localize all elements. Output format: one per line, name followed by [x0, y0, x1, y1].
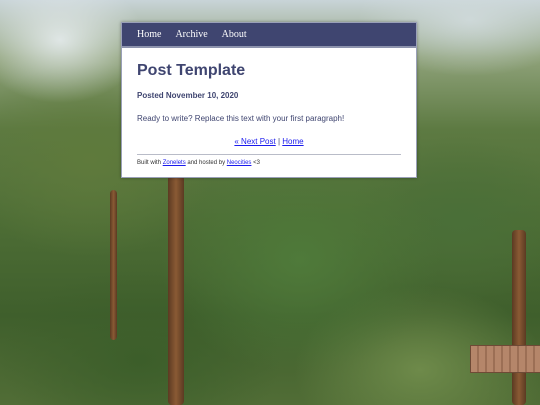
footer-divider [137, 154, 401, 155]
tree-trunk [110, 190, 117, 340]
heart-text: <3 [253, 160, 260, 166]
nav-home-link[interactable]: Home [137, 29, 161, 40]
zonelets-link[interactable]: Zonelets [163, 160, 186, 166]
nav-archive-link[interactable]: Archive [175, 29, 207, 40]
site-footer: Built with Zonelets and hosted by Neocit… [137, 160, 401, 166]
post-title: Post Template [137, 62, 246, 79]
footer-prefix: Built with [137, 160, 162, 166]
tree-trunk [168, 175, 184, 405]
post-card: Home Archive About Post Template Posted … [121, 22, 417, 178]
post-content: Post Template Posted November 10, 2020 R… [122, 48, 416, 166]
post-paragraph: Ready to write? Replace this text with y… [137, 114, 345, 123]
top-nav: Home Archive About [122, 23, 416, 48]
post-navigation: « Next Post | Home [137, 137, 401, 146]
neocities-link[interactable]: Neocities [227, 160, 252, 166]
home-link[interactable]: Home [282, 137, 303, 146]
post-date: Posted November 10, 2020 [137, 91, 239, 100]
nav-about-link[interactable]: About [222, 29, 247, 40]
wooden-platform [470, 345, 540, 373]
footer-middle: and hosted by [187, 160, 226, 166]
nav-separator: | [277, 137, 281, 146]
tree-trunk [512, 230, 526, 405]
next-post-link[interactable]: « Next Post [234, 137, 275, 146]
